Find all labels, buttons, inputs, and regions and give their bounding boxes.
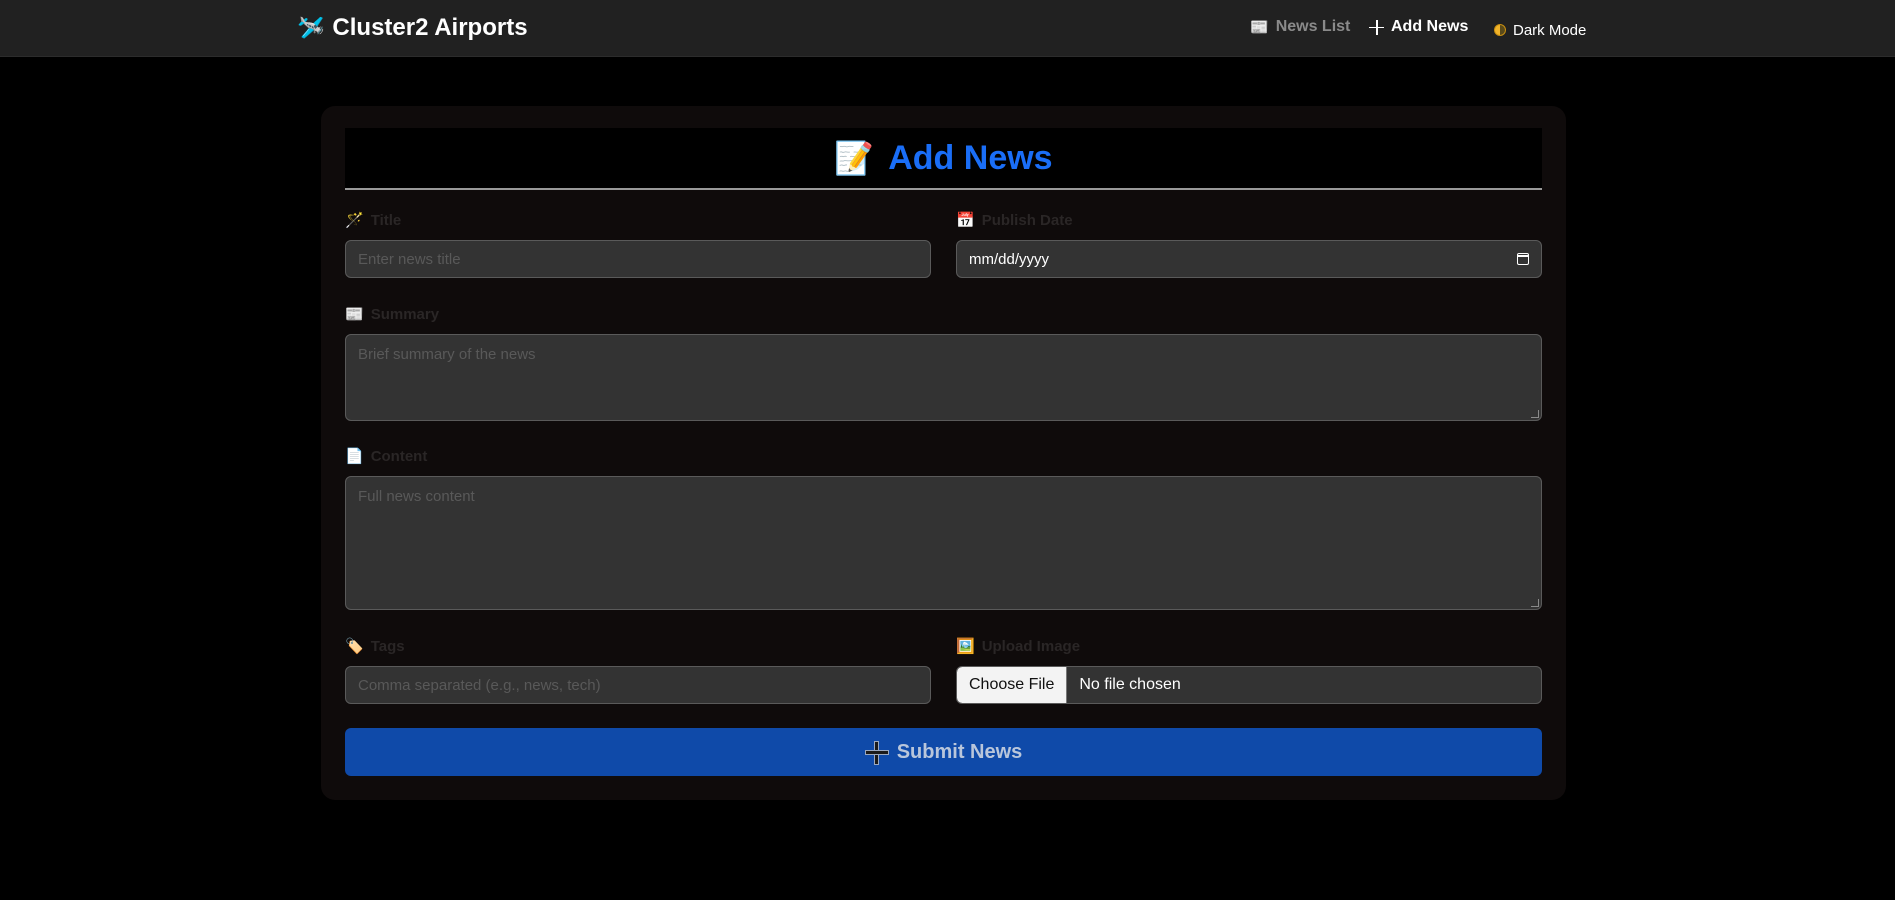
summary-label: 📰 Summary: [345, 303, 1542, 325]
newspaper-icon: 📰: [1250, 18, 1269, 36]
memo-icon: 📝: [834, 140, 875, 176]
resize-grip-icon[interactable]: [1531, 410, 1539, 418]
publish-date-label: 📅 Publish Date: [956, 209, 1542, 231]
tags-label: 🏷️ Tags: [345, 635, 931, 657]
brand-title: Cluster2 Airports: [332, 14, 528, 41]
title-field: 🪄 Title Enter news title: [345, 209, 931, 278]
tags-input[interactable]: Comma separated (e.g., news, tech): [345, 666, 931, 704]
summary-textarea[interactable]: Brief summary of the news: [345, 334, 1542, 421]
upload-image-label-text: Upload Image: [981, 637, 1081, 655]
card-header: 📝 Add News: [345, 128, 1542, 190]
dark-mode-toggle[interactable]: Dark Mode: [1494, 18, 1586, 42]
submit-news-button[interactable]: Submit News: [345, 728, 1542, 776]
dark-mode-label: Dark Mode: [1513, 21, 1587, 39]
picture-icon: 🖼️: [956, 637, 975, 655]
upload-image-input[interactable]: Choose File No file chosen: [956, 666, 1542, 704]
magic-wand-icon: 🪄: [345, 211, 364, 229]
tag-icon: 🏷️: [345, 637, 364, 655]
upload-image-label: 🖼️ Upload Image: [956, 635, 1542, 657]
plus-icon: [864, 741, 889, 765]
content-label-text: Content: [370, 447, 428, 465]
add-news-card: 📝 Add News 🪄 Title Enter news title 📅 Pu…: [321, 106, 1566, 800]
half-moon-icon: [1494, 24, 1506, 36]
calendar-icon: 📅: [956, 211, 975, 229]
nav-news-list[interactable]: 📰 News List: [1250, 15, 1350, 39]
submit-news-label: Submit News: [896, 740, 1023, 763]
publish-date-value: mm/dd/yyyy: [969, 250, 1050, 268]
content-textarea[interactable]: Full news content: [345, 476, 1542, 610]
date-picker-icon[interactable]: [1517, 253, 1529, 265]
publish-date-field: 📅 Publish Date mm/dd/yyyy: [956, 209, 1542, 278]
nav-news-list-label: News List: [1275, 18, 1351, 35]
page-title: Add News: [888, 138, 1053, 177]
document-icon: 📄: [345, 447, 364, 465]
nav-add-news-label: Add News: [1391, 18, 1469, 35]
summary-placeholder: Brief summary of the news: [358, 346, 536, 363]
airplane-icon: 🛩️: [297, 15, 325, 40]
title-label: 🪄 Title: [345, 209, 931, 231]
file-status: No file chosen: [1079, 676, 1181, 693]
choose-file-button[interactable]: Choose File: [957, 667, 1068, 703]
publish-date-label-text: Publish Date: [981, 211, 1073, 229]
content-placeholder: Full news content: [358, 488, 475, 505]
tags-placeholder: Comma separated (e.g., news, tech): [358, 676, 601, 694]
tags-label-text: Tags: [370, 637, 405, 655]
upload-image-field: 🖼️ Upload Image Choose File No file chos…: [956, 635, 1542, 704]
publish-date-input[interactable]: mm/dd/yyyy: [956, 240, 1542, 278]
navbar: 🛩️ Cluster2 Airports 📰 News List Add New…: [0, 0, 1895, 57]
brand-link[interactable]: 🛩️ Cluster2 Airports: [297, 12, 528, 44]
nav-add-news[interactable]: Add News: [1369, 15, 1468, 39]
title-label-text: Title: [370, 211, 402, 229]
title-placeholder: Enter news title: [358, 250, 461, 268]
content-label: 📄 Content: [345, 445, 1542, 467]
plus-icon: [1369, 19, 1384, 35]
summary-field: 📰 Summary Brief summary of the news: [345, 303, 1542, 421]
resize-grip-icon[interactable]: [1531, 599, 1539, 607]
summary-label-text: Summary: [370, 305, 440, 323]
tags-field: 🏷️ Tags Comma separated (e.g., news, tec…: [345, 635, 931, 704]
title-input[interactable]: Enter news title: [345, 240, 931, 278]
newspaper-icon: 📰: [345, 305, 364, 323]
content-field: 📄 Content Full news content: [345, 445, 1542, 610]
